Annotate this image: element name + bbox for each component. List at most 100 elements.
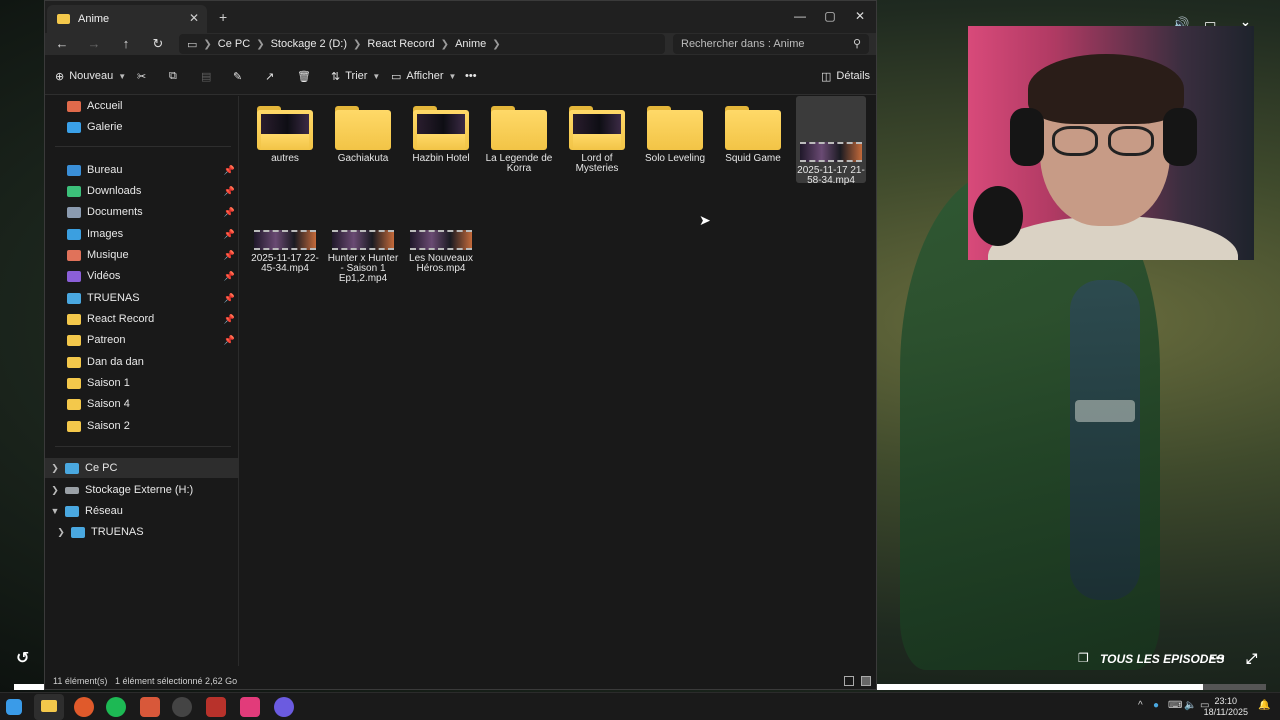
tray-chevron-icon[interactable]: ^ <box>1138 700 1143 711</box>
windows-start-icon[interactable] <box>6 699 22 715</box>
chevron-right-icon[interactable]: ❯ <box>492 39 500 50</box>
sidebar-item-label: React Record <box>87 313 155 325</box>
exit-fullscreen-icon[interactable]: ⤢ <box>1246 650 1257 667</box>
details-view-icon[interactable] <box>844 676 854 686</box>
item-label: Gachiakuta <box>337 153 389 164</box>
close-tab-icon[interactable]: ✕ <box>189 11 199 25</box>
keyboard-icon[interactable]: ⌨ <box>1168 700 1182 711</box>
sort-icon: ⇅ <box>331 70 341 83</box>
view-button[interactable]: ▭ Afficher ▼ <box>391 67 456 85</box>
pin-icon: 📌 <box>223 270 235 281</box>
all-episodes-button[interactable]: TOUS LES EPISODES <box>1100 652 1224 666</box>
tab-anime[interactable]: Anime ✕ <box>47 5 207 33</box>
chevron-right-icon[interactable]: ❯ <box>49 463 61 474</box>
mouse-cursor-icon: ➤ <box>699 212 711 228</box>
app-icon-circle[interactable] <box>172 697 192 717</box>
paste-icon[interactable]: ▤ <box>201 67 211 85</box>
chevron-down-icon: ▼ <box>372 71 381 81</box>
brave-icon[interactable] <box>74 697 94 717</box>
delete-icon[interactable]: 🗑 <box>297 67 311 85</box>
sidebar-item-truenas-network[interactable]: ❯ TRUENAS <box>45 522 239 542</box>
pc-icon <box>65 462 79 474</box>
cut-icon[interactable]: ✂ <box>137 67 146 85</box>
folder-item[interactable]: Lord of Mysteries <box>559 106 635 174</box>
video-item[interactable]: Les Nouveaux Héros.mp4 <box>403 230 479 274</box>
sidebar-item-gallery[interactable]: Galerie <box>45 117 239 137</box>
video-item-selected[interactable]: 2025-11-17 21-58-34.mp4 <box>793 142 869 186</box>
home-icon <box>67 100 81 112</box>
sidebar-item-bureau[interactable]: Bureau 📌 <box>45 160 239 180</box>
sidebar-item-label: TRUENAS <box>87 292 140 304</box>
chrome-tray-icon[interactable]: ● <box>1153 700 1159 711</box>
video-item[interactable]: 2025-11-17 22-45-34.mp4 <box>247 230 323 274</box>
folder-item[interactable]: Hazbin Hotel <box>403 106 479 164</box>
new-button[interactable]: ⊕ Nouveau ▼ <box>55 67 126 85</box>
breadcrumb-stockage-2[interactable]: Stockage 2 (D:) <box>271 38 347 50</box>
item-count: 11 élément(s) <box>53 676 108 686</box>
sidebar-item-patreon[interactable]: Patreon 📌 <box>45 330 239 350</box>
folder-icon <box>67 420 81 432</box>
refresh-button[interactable]: ↻ <box>146 35 170 53</box>
search-input[interactable]: Rechercher dans : Anime ⚲ <box>673 34 869 54</box>
sidebar-item-home[interactable]: Accueil <box>45 96 239 116</box>
clock-time: 23:10 <box>1214 696 1238 706</box>
more-options-icon[interactable]: ⋯ <box>1210 649 1225 667</box>
breadcrumb-ce-pc[interactable]: Ce PC <box>218 38 250 50</box>
voicemod-icon[interactable] <box>206 697 226 717</box>
sidebar-item-reseau[interactable]: ▼ Réseau <box>45 501 239 521</box>
folder-item[interactable]: Solo Leveling <box>637 106 713 164</box>
folder-item[interactable]: autres <box>247 106 323 164</box>
file-explorer-taskbar-icon[interactable] <box>34 694 64 720</box>
folder-item[interactable]: La Legende de Korra <box>481 106 557 174</box>
pc-icon <box>71 526 85 538</box>
sidebar-item-downloads[interactable]: Downloads 📌 <box>45 181 239 201</box>
breadcrumb-anime[interactable]: Anime <box>455 38 486 50</box>
sidebar-item-stockage-externe[interactable]: ❯ Stockage Externe (H:) <box>45 480 239 500</box>
maximize-button[interactable]: ▢ <box>816 5 844 27</box>
sidebar-item-dan-da-dan[interactable]: Dan da dan <box>45 352 239 372</box>
copy-icon[interactable]: ⧉ <box>169 67 177 85</box>
share-icon[interactable]: ↗ <box>265 67 274 85</box>
sidebar-item-label: Images <box>87 228 124 240</box>
details-button[interactable]: ◫ Détails <box>821 67 870 85</box>
app-icon-red[interactable] <box>140 697 160 717</box>
sidebar-item-images[interactable]: Images 📌 <box>45 224 239 244</box>
up-button[interactable]: ↑ <box>114 35 138 53</box>
folder-item[interactable]: Gachiakuta <box>325 106 401 164</box>
sidebar-item-saison-2[interactable]: Saison 2 <box>45 416 239 436</box>
video-item[interactable]: Hunter x Hunter - Saison 1 Ep1,2.mp4 <box>325 230 401 284</box>
large-icons-view-icon[interactable] <box>861 676 871 686</box>
folder-item[interactable]: Squid Game <box>715 106 791 164</box>
sidebar-item-label: Downloads <box>87 185 142 197</box>
rewind-10-icon[interactable]: ↺ <box>16 648 29 668</box>
rename-icon[interactable]: ✎ <box>233 67 242 85</box>
sidebar-item-ce-pc[interactable]: ❯ Ce PC <box>45 458 239 478</box>
close-window-button[interactable]: ✕ <box>846 5 874 27</box>
sidebar-item-truenas[interactable]: TRUENAS 📌 <box>45 288 239 308</box>
sidebar-item-saison-1[interactable]: Saison 1 <box>45 373 239 393</box>
app-icon-purple[interactable] <box>274 697 294 717</box>
sidebar-item-documents[interactable]: Documents 📌 <box>45 202 239 222</box>
more-options-button[interactable]: ••• <box>465 67 477 85</box>
app-icon-pink[interactable] <box>240 697 260 717</box>
sidebar-item-videos[interactable]: Vidéos 📌 <box>45 266 239 286</box>
notification-bell-icon[interactable]: 🔔 <box>1258 700 1270 711</box>
chevron-down-icon[interactable]: ▼ <box>49 506 61 516</box>
speaker-icon[interactable]: 🔈 <box>1184 700 1196 711</box>
sidebar-item-saison-4[interactable]: Saison 4 <box>45 394 239 414</box>
chevron-right-icon[interactable]: ❯ <box>49 485 61 496</box>
file-list: autres Gachiakuta Hazbin Hotel La Legend… <box>241 96 875 666</box>
minimize-button[interactable]: — <box>786 5 814 27</box>
search-icon: ⚲ <box>852 38 861 50</box>
back-button[interactable]: ← <box>50 35 74 53</box>
sidebar-item-react-record[interactable]: React Record 📌 <box>45 309 239 329</box>
breadcrumb-react-record[interactable]: React Record <box>367 38 434 50</box>
clock[interactable]: 23:10 18/11/2025 <box>1204 696 1248 718</box>
forward-button[interactable]: → <box>82 35 106 53</box>
sort-button[interactable]: ⇅ Trier ▼ <box>331 67 380 85</box>
sidebar-item-musique[interactable]: Musique 📌 <box>45 245 239 265</box>
new-tab-button[interactable]: + <box>219 9 227 25</box>
chevron-right-icon[interactable]: ❯ <box>55 527 67 538</box>
breadcrumb[interactable]: ▭ ❯ Ce PC ❯ Stockage 2 (D:) ❯ React Reco… <box>179 34 665 54</box>
spotify-icon[interactable] <box>106 697 126 717</box>
